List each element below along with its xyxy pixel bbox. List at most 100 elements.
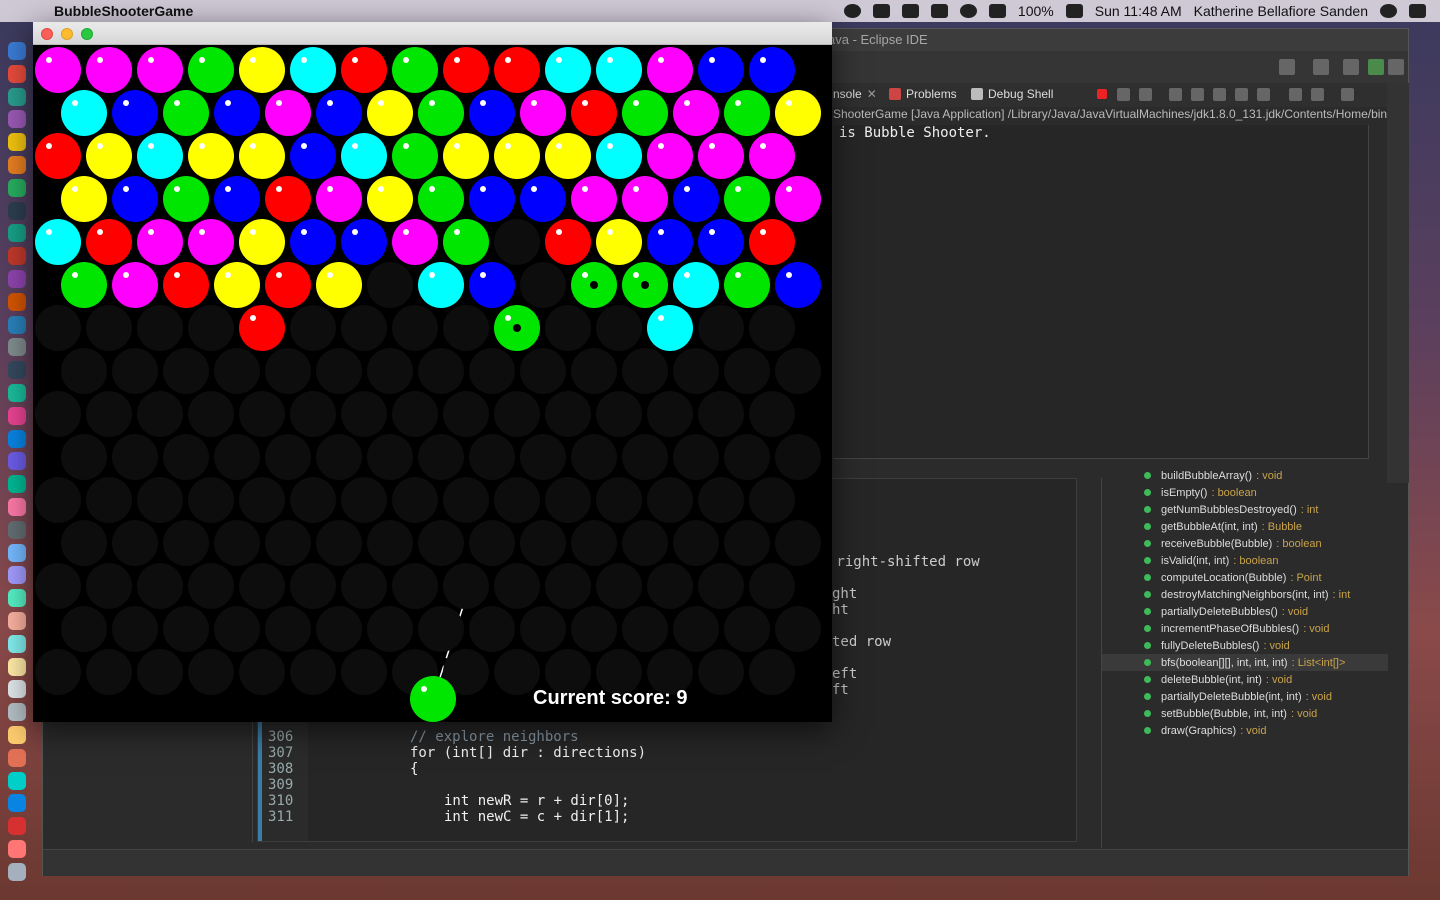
dock-app-icon[interactable]	[8, 840, 26, 858]
perspective-icon[interactable]	[1313, 59, 1329, 75]
game-board[interactable]: Current score: 9	[33, 45, 832, 722]
empty-slot	[621, 520, 668, 566]
user-name[interactable]: Katherine Bellafiore Sanden	[1194, 3, 1368, 19]
new-console-icon[interactable]	[1311, 88, 1324, 101]
dock-app-icon[interactable]	[8, 156, 26, 174]
dock-app-icon[interactable]	[8, 475, 26, 494]
console-toolbar-icon[interactable]	[1191, 88, 1204, 101]
outline-item[interactable]: destroyMatchingNeighbors(int, int): int	[1102, 586, 1388, 603]
display-console-icon[interactable]	[1257, 88, 1270, 101]
code-line[interactable]: int newC = c + dir[1];	[444, 809, 629, 825]
notification-badge-icon[interactable]	[843, 4, 861, 18]
dock-app-icon[interactable]	[8, 87, 26, 106]
remove-launch-icon[interactable]	[1117, 88, 1130, 101]
remove-all-icon[interactable]	[1139, 88, 1152, 101]
dock-app-icon[interactable]	[8, 64, 26, 83]
java-perspective-icon[interactable]	[1368, 59, 1384, 75]
dock-app-icon[interactable]	[8, 498, 26, 516]
close-window-icon[interactable]	[41, 28, 53, 40]
outline-item[interactable]: draw(Graphics): void	[1102, 722, 1388, 739]
dock-app-icon[interactable]	[8, 817, 26, 836]
zoom-icon[interactable]	[872, 4, 890, 18]
dock-app-icon[interactable]	[8, 315, 26, 334]
spotlight-search-icon[interactable]	[1380, 4, 1397, 18]
dock-app-icon[interactable]	[8, 42, 26, 60]
outline-view[interactable]: buildBubbleArray(): void isEmpty(): boole…	[1101, 470, 1388, 848]
dock-app-icon[interactable]	[8, 543, 26, 562]
outline-item[interactable]: bfs(boolean[][], int, int, int): List<in…	[1102, 654, 1388, 671]
code-line[interactable]: {	[410, 761, 418, 777]
dock-app-icon[interactable]	[8, 771, 26, 790]
code-line[interactable]: int newR = r + dir[0];	[444, 793, 629, 809]
outline-item[interactable]: getBubbleAt(int, int): Bubble	[1102, 518, 1388, 535]
code-line[interactable]: // explore neighbors	[410, 729, 579, 745]
dock-app-icon[interactable]	[8, 429, 26, 448]
dock-app-icon[interactable]	[8, 520, 26, 539]
pin-console-icon[interactable]	[1235, 88, 1248, 101]
shooter-bubble[interactable]	[410, 676, 456, 722]
dock-app-icon[interactable]	[8, 247, 26, 266]
dock-app-icon[interactable]	[8, 361, 26, 380]
dock-app-icon[interactable]	[8, 634, 26, 653]
battery-percent[interactable]: 100%	[1018, 3, 1054, 19]
dock-app-icon[interactable]	[8, 657, 26, 676]
dock-app-icon[interactable]	[8, 862, 26, 881]
dock-app-icon[interactable]	[8, 133, 26, 152]
dock-app-icon[interactable]	[8, 406, 26, 425]
outline-item[interactable]: buildBubbleArray(): void	[1102, 467, 1388, 484]
bubble	[596, 133, 642, 179]
outline-item[interactable]: partiallyDeleteBubble(int, int): void	[1102, 688, 1388, 705]
dock-app-icon[interactable]	[8, 452, 26, 471]
outline-item[interactable]: computeLocation(Bubble): Point	[1102, 569, 1388, 586]
dock-app-icon[interactable]	[8, 224, 26, 243]
terminate-icon[interactable]	[1097, 89, 1107, 99]
dock-app-icon[interactable]	[8, 680, 26, 699]
battery-icon[interactable]	[1065, 4, 1083, 18]
outline-item[interactable]: receiveBubble(Bubble): boolean	[1102, 535, 1388, 552]
wifi-icon[interactable]	[959, 4, 977, 18]
open-console-icon[interactable]	[1289, 88, 1302, 101]
console-toolbar-icon[interactable]	[1213, 88, 1226, 101]
volume-icon[interactable]	[988, 4, 1006, 18]
outline-item[interactable]: isEmpty(): boolean	[1102, 484, 1388, 501]
control-center-icon[interactable]	[1409, 4, 1426, 18]
outline-item[interactable]: incrementPhaseOfBubbles(): void	[1102, 620, 1388, 637]
dock-app-icon[interactable]	[8, 566, 26, 585]
search-icon[interactable]	[1279, 59, 1295, 75]
outline-item[interactable]: setBubble(Bubble, int, int): void	[1102, 705, 1388, 722]
minimize-view-icon[interactable]	[1341, 88, 1354, 101]
outline-item[interactable]: fullyDeleteBubbles(): void	[1102, 637, 1388, 654]
console-output[interactable]: is Bubble Shooter.	[833, 125, 1369, 459]
minimize-window-icon[interactable]	[61, 28, 73, 40]
dock-app-icon[interactable]	[8, 292, 26, 311]
app-name-menu[interactable]: BubbleShooterGame	[54, 3, 193, 19]
outline-item[interactable]: deleteBubble(int, int): void	[1102, 671, 1388, 688]
code-line[interactable]: for (int[] dir : directions)	[410, 745, 646, 761]
dock-app-icon[interactable]	[8, 338, 26, 357]
dock-app-icon[interactable]	[8, 110, 26, 129]
zoom-window-icon[interactable]	[81, 28, 93, 40]
dock-app-icon[interactable]	[8, 270, 26, 288]
dock-app-icon[interactable]	[8, 726, 26, 744]
dock-app-icon[interactable]	[8, 178, 26, 197]
dock-app-icon[interactable]	[8, 794, 26, 813]
tab-debug-shell[interactable]: Debug Shell	[971, 87, 1053, 101]
dock-app-icon[interactable]	[8, 703, 26, 722]
outline-item[interactable]: partiallyDeleteBubbles(): void	[1102, 603, 1388, 620]
close-icon[interactable]: ✕	[867, 87, 877, 101]
clock[interactable]: Sun 11:48 AM	[1095, 3, 1182, 19]
dropbox-icon[interactable]	[901, 4, 919, 18]
dock-app-icon[interactable]	[8, 612, 26, 630]
outline-item[interactable]: getNumBubblesDestroyed(): int	[1102, 501, 1388, 518]
outline-item[interactable]: isValid(int, int): boolean	[1102, 552, 1388, 569]
dock-app-icon[interactable]	[8, 384, 26, 402]
upload-icon[interactable]	[930, 4, 948, 18]
tab-problems[interactable]: Problems	[889, 87, 957, 101]
console-toolbar-icon[interactable]	[1169, 88, 1182, 101]
debug-perspective-icon[interactable]	[1343, 59, 1359, 75]
dock-app-icon[interactable]	[8, 201, 26, 220]
tab-console[interactable]: nsole ✕	[833, 87, 877, 101]
git-perspective-icon[interactable]	[1388, 59, 1404, 75]
dock-app-icon[interactable]	[8, 748, 26, 767]
dock-app-icon[interactable]	[8, 589, 26, 608]
